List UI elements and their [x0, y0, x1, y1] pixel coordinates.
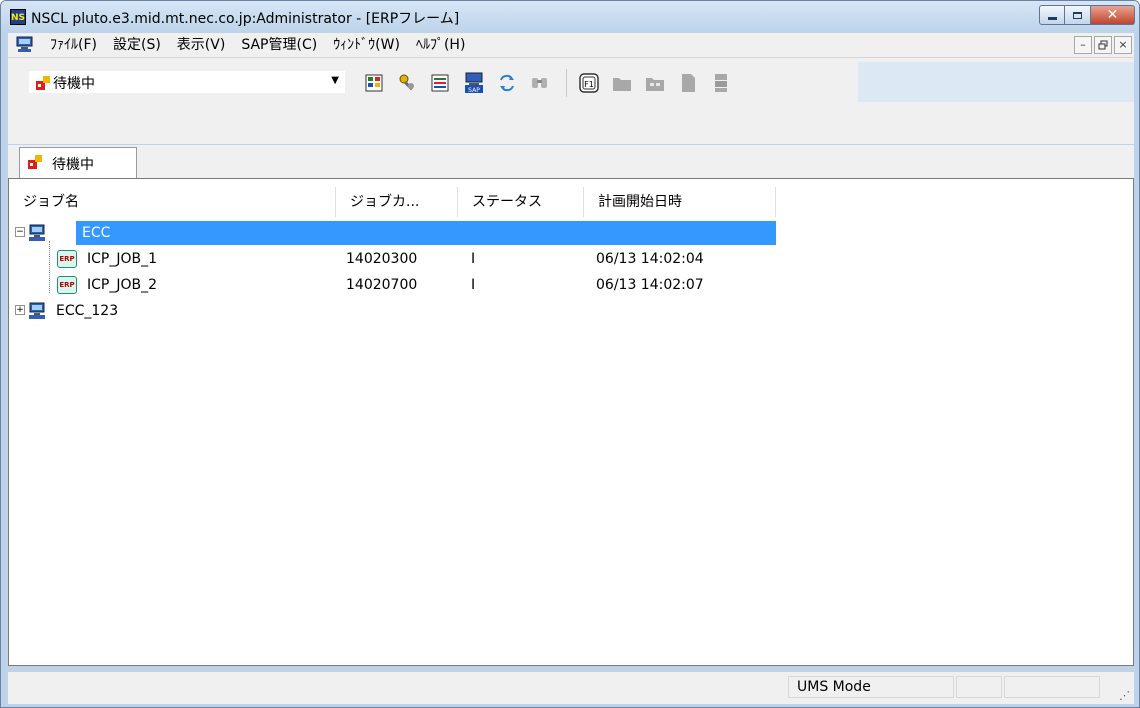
job-list-view[interactable]: ジョブ名 ジョブカ... ステータス 計画開始日時 − ECC ERP ICP_… — [8, 178, 1134, 666]
close-button[interactable]: ✕ — [1091, 5, 1135, 25]
list-header: ジョブ名 ジョブカ... ステータス 計画開始日時 — [9, 187, 776, 217]
job-name: ECC — [82, 225, 111, 241]
menu-window[interactable]: ｳｨﾝﾄﾞｳ(W) — [325, 36, 408, 54]
application-window: NS NSCL pluto.e3.mid.mt.nec.co.jp:Admini… — [0, 0, 1140, 708]
job-monitor-icon — [365, 74, 383, 92]
chevron-down-icon[interactable]: ▼ — [331, 75, 339, 86]
job-monitor-button[interactable] — [364, 72, 386, 94]
folder-grid-button[interactable] — [644, 72, 666, 94]
menu-sap-management[interactable]: SAP管理(C) — [233, 36, 325, 54]
job-name: ICP_JOB_1 — [87, 251, 158, 267]
erp-frame-icon[interactable] — [16, 36, 33, 53]
job-count: 14020300 — [346, 251, 418, 267]
toolbar-separator — [566, 69, 567, 97]
status-filter-combo[interactable]: 待機中 ▼ — [28, 70, 346, 94]
status-panel-empty — [956, 676, 1002, 698]
status-message-panel — [12, 676, 786, 698]
job-count: 14020700 — [346, 277, 418, 293]
menu-help[interactable]: ﾍﾙﾌﾟ(H) — [408, 36, 473, 54]
table-row[interactable]: + ECC_123 — [9, 299, 1133, 325]
menu-bar: ﾌｧｲﾙ(F) 設定(S) 表示(V) SAP管理(C) ｳｨﾝﾄﾞｳ(W) ﾍ… — [8, 33, 1134, 58]
maximize-icon — [1073, 11, 1082, 19]
column-header-status[interactable]: ステータス — [458, 187, 584, 217]
app-icon[interactable]: NS — [10, 9, 26, 25]
job-name: ICP_JOB_2 — [87, 277, 158, 293]
resize-grip-icon[interactable]: ⋰ — [1119, 689, 1130, 702]
erp-job-icon: ERP — [57, 250, 77, 268]
key-button[interactable] — [397, 72, 419, 94]
refresh-button[interactable] — [496, 72, 518, 94]
sap-button[interactable]: SAP — [463, 72, 485, 94]
caption-buttons: ✕ — [1039, 5, 1135, 25]
close-icon: ✕ — [1106, 7, 1119, 23]
tab-waiting[interactable]: 待機中 — [19, 147, 137, 178]
mdi-minimize-button[interactable]: – — [1074, 36, 1092, 54]
table-row[interactable]: ERP ICP_JOB_2 14020700 I 06/13 14:02:07 — [9, 273, 1133, 299]
title-bar[interactable]: NS NSCL pluto.e3.mid.mt.nec.co.jp:Admini… — [1, 1, 1139, 33]
job-start-time: 06/13 14:02:07 — [596, 277, 704, 293]
erp-job-icon: ERP — [57, 276, 77, 294]
job-start-time: 06/13 14:02:04 — [596, 251, 704, 267]
svg-text:F1: F1 — [584, 80, 594, 89]
toolbar-empty-area — [858, 62, 1134, 102]
restore-icon — [1098, 40, 1108, 50]
mdi-restore-button[interactable] — [1094, 36, 1112, 54]
status-mode: UMS Mode — [788, 676, 954, 698]
status-panel-empty — [1004, 676, 1100, 698]
table-row[interactable]: − ECC — [9, 221, 1133, 247]
column-header-planned-start[interactable]: 計画開始日時 — [584, 187, 776, 217]
menu-view[interactable]: 表示(V) — [169, 36, 234, 54]
maximize-button[interactable] — [1065, 5, 1091, 25]
job-list-button[interactable] — [430, 72, 452, 94]
mdi-close-button[interactable]: × — [1114, 36, 1132, 54]
minimize-icon — [1047, 16, 1057, 20]
server-node-icon — [29, 302, 45, 319]
tab-bar: 待機中 — [8, 145, 1134, 178]
help-button[interactable]: F1 — [578, 72, 600, 94]
job-status: I — [471, 251, 476, 267]
f1-help-icon: F1 — [579, 73, 599, 93]
tab-label: 待機中 — [52, 157, 94, 173]
folder-icon — [613, 78, 631, 91]
expand-toggle[interactable]: + — [15, 305, 25, 315]
status-filter-value: 待機中 — [53, 76, 95, 92]
binoculars-icon — [532, 78, 547, 88]
sap-icon: SAP — [465, 72, 483, 94]
column-header-job-count[interactable]: ジョブカ... — [336, 187, 458, 217]
collapse-toggle[interactable]: − — [15, 227, 25, 237]
minimize-button[interactable] — [1039, 5, 1065, 25]
waiting-status-icon — [36, 76, 50, 90]
waiting-status-icon — [28, 155, 42, 169]
menu-settings[interactable]: 設定(S) — [105, 36, 169, 54]
menu-file[interactable]: ﾌｧｲﾙ(F) — [42, 36, 105, 54]
toolbar: 待機中 ▼ SAP F1 — [8, 60, 1134, 102]
svg-text:SAP: SAP — [468, 87, 480, 94]
server-icon — [715, 74, 727, 92]
table-row[interactable]: ERP ICP_JOB_1 14020300 I 06/13 14:02:04 — [9, 247, 1133, 273]
open-folder-button[interactable] — [611, 72, 633, 94]
selection-highlight — [76, 221, 776, 245]
folder-grid-icon — [646, 78, 664, 91]
job-status: I — [471, 277, 476, 293]
column-header-job-name[interactable]: ジョブ名 — [9, 187, 336, 217]
refresh-icon — [500, 74, 514, 92]
search-button[interactable] — [529, 72, 551, 94]
server-node-icon — [29, 224, 45, 241]
status-bar: UMS Mode ⋰ — [8, 671, 1134, 704]
job-list-icon — [431, 74, 449, 92]
key-icon — [399, 74, 414, 91]
toolbar-area: 待機中 ▼ SAP F1 — [8, 58, 1134, 144]
document-button[interactable] — [677, 72, 699, 94]
document-icon — [682, 74, 695, 92]
job-name: ECC_123 — [56, 303, 119, 319]
server-button[interactable] — [710, 72, 732, 94]
window-title: NSCL pluto.e3.mid.mt.nec.co.jp:Administr… — [31, 11, 460, 27]
